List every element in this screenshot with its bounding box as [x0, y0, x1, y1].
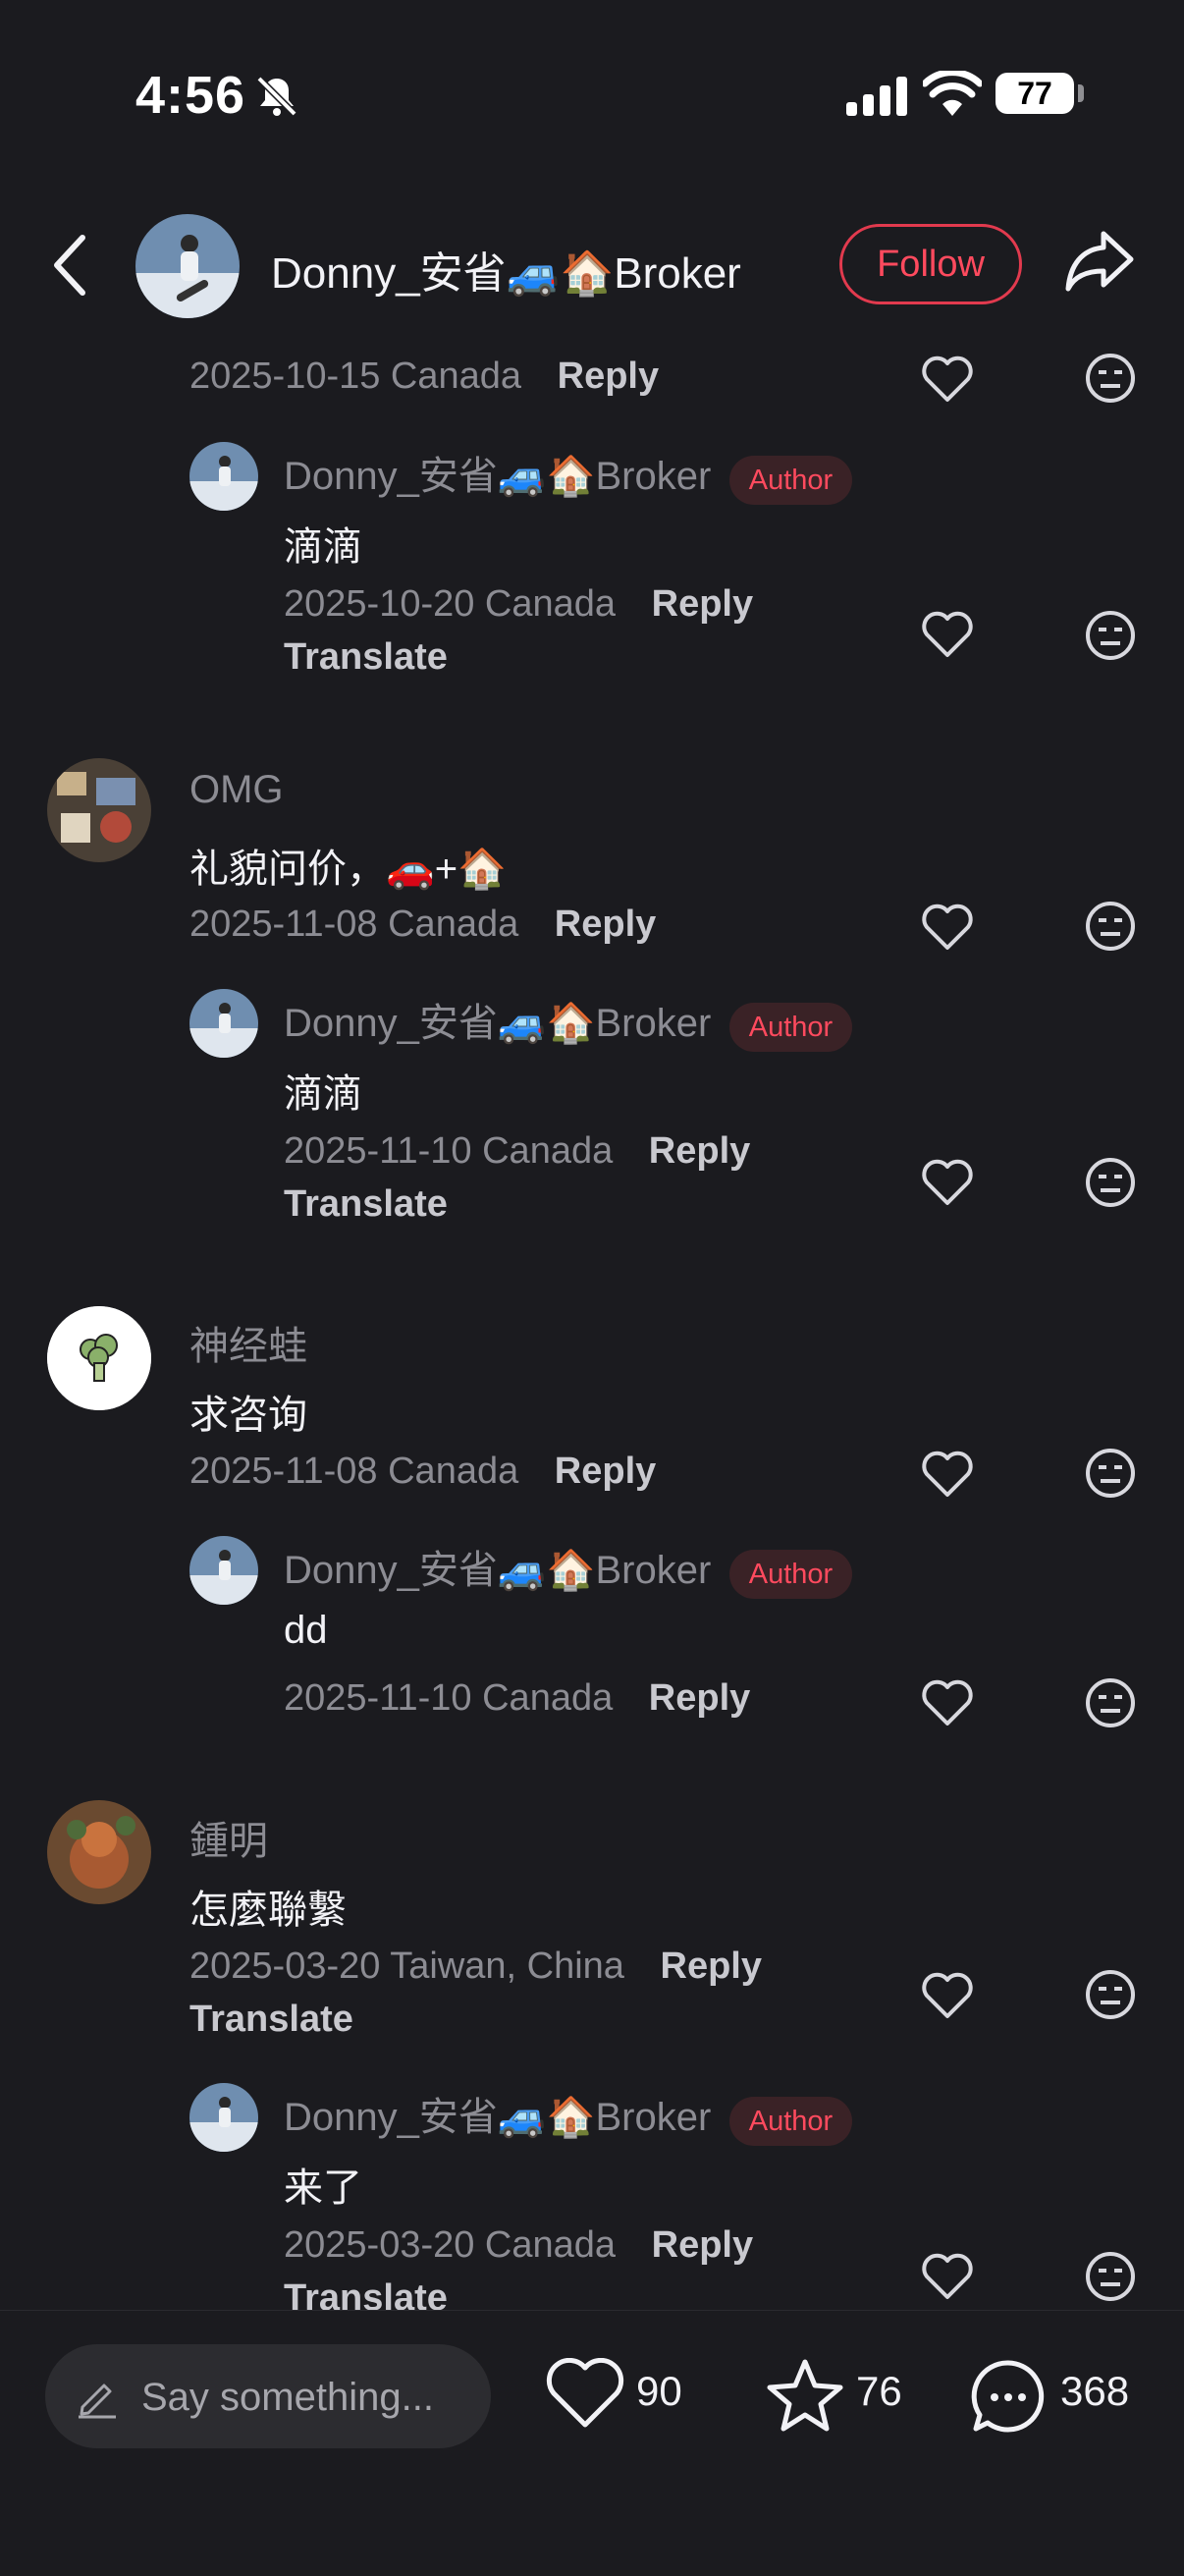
comment-input[interactable]: Say something...	[45, 2344, 491, 2448]
comments-count[interactable]: 368	[1060, 2368, 1129, 2415]
avatar[interactable]	[189, 2083, 258, 2152]
heart-icon[interactable]	[921, 2253, 974, 2300]
author-name[interactable]: Donny_安省🚙🏠Broker	[271, 238, 741, 301]
heart-icon[interactable]	[921, 1159, 974, 1206]
username[interactable]: Donny_安省🚙🏠Broker	[284, 2096, 711, 2139]
pencil-icon	[79, 2384, 116, 2419]
avatar[interactable]	[189, 989, 258, 1058]
comment-meta: 2025-11-10 Canada Reply	[284, 1677, 751, 1719]
reply-button[interactable]: Reply	[661, 1946, 762, 1987]
neutral-face-icon[interactable]	[1084, 1447, 1137, 1500]
comment-text: 来了	[284, 2166, 362, 2210]
username[interactable]: OMG	[189, 768, 284, 812]
avatar[interactable]	[47, 758, 151, 862]
chat-bubble-icon[interactable]	[970, 2358, 1047, 2435]
heart-icon[interactable]	[921, 1451, 974, 1498]
username[interactable]: Donny_安省🚙🏠Broker	[284, 455, 711, 498]
comment-meta: 2025-10-15 Canada Reply	[189, 356, 660, 397]
author-badge: Author	[728, 1003, 853, 1052]
reply-button[interactable]: Reply	[555, 904, 656, 945]
share-icon[interactable]	[1064, 230, 1135, 293]
heart-icon[interactable]	[921, 1679, 974, 1726]
wifi-icon	[923, 71, 982, 116]
heart-icon[interactable]	[921, 904, 974, 951]
comment-text: 滴滴	[284, 1072, 362, 1116]
translate-button[interactable]: Translate	[284, 1183, 448, 1226]
author-badge: Author	[728, 456, 853, 505]
neutral-face-icon[interactable]	[1084, 609, 1137, 662]
reply-button[interactable]: Reply	[652, 583, 753, 625]
avatar[interactable]	[189, 1536, 258, 1605]
comment-meta: 2025-10-20 Canada Reply	[284, 583, 754, 625]
heart-icon[interactable]	[921, 611, 974, 658]
avatar[interactable]	[47, 1306, 151, 1410]
reply-button[interactable]: Reply	[649, 1130, 750, 1172]
comment-meta: 2025-11-10 Canada Reply	[284, 1130, 751, 1172]
heart-icon[interactable]	[921, 1972, 974, 2019]
status-bar: 4:56 77	[0, 0, 1184, 187]
battery-indicator: 77	[996, 73, 1074, 114]
battery-cap	[1078, 84, 1084, 102]
neutral-face-icon[interactable]	[1084, 1676, 1137, 1729]
author-badge: Author	[728, 1550, 853, 1599]
avatar[interactable]	[47, 1800, 151, 1904]
broccoli-icon	[47, 1306, 151, 1410]
comment-meta: 2025-03-20 Canada Reply	[284, 2224, 754, 2266]
signal-icon	[846, 77, 907, 116]
reply-button[interactable]: Reply	[652, 2224, 753, 2266]
reply-author-row: Donny_安省🚙🏠Broker Author	[284, 991, 853, 1052]
bottom-action-bar: Say something... 90 76 368	[0, 2310, 1184, 2576]
favorites-count[interactable]: 76	[856, 2368, 902, 2415]
comment-text: 滴滴	[284, 525, 362, 569]
username[interactable]: Donny_安省🚙🏠Broker	[284, 1002, 711, 1045]
neutral-face-icon[interactable]	[1084, 1968, 1137, 2021]
neutral-face-icon[interactable]	[1084, 352, 1137, 405]
comment-meta: 2025-11-08 Canada Reply	[189, 904, 657, 945]
star-icon[interactable]	[766, 2358, 844, 2433]
reply-author-row: Donny_安省🚙🏠Broker Author	[284, 2085, 853, 2146]
back-icon[interactable]	[51, 234, 90, 297]
author-avatar[interactable]	[135, 214, 240, 318]
neutral-face-icon[interactable]	[1084, 1156, 1137, 1209]
reply-button[interactable]: Reply	[649, 1677, 750, 1719]
comment-input-placeholder: Say something...	[141, 2376, 434, 2419]
username[interactable]: Donny_安省🚙🏠Broker	[284, 1549, 711, 1592]
comment-text: 礼貌问价，🚗+🏠	[189, 848, 507, 891]
comment-text: 怎麼聯繫	[189, 1889, 347, 1932]
translate-button[interactable]: Translate	[284, 636, 448, 679]
reply-author-row: Donny_安省🚙🏠Broker Author	[284, 1538, 853, 1599]
heart-icon[interactable]	[546, 2358, 624, 2429]
likes-count[interactable]: 90	[636, 2368, 682, 2415]
reply-button[interactable]: Reply	[558, 356, 659, 397]
avatar[interactable]	[189, 442, 258, 511]
bell-slash-icon	[256, 76, 297, 117]
profile-header: Donny_安省🚙🏠Broker Follow	[0, 187, 1184, 344]
comment-meta: 2025-11-08 Canada Reply	[189, 1451, 657, 1492]
neutral-face-icon[interactable]	[1084, 900, 1137, 953]
author-badge: Author	[728, 2097, 853, 2146]
follow-button[interactable]: Follow	[839, 224, 1022, 304]
heart-icon[interactable]	[921, 356, 974, 403]
reply-button[interactable]: Reply	[555, 1451, 656, 1492]
username[interactable]: 鍾明	[189, 1809, 268, 1866]
status-time: 4:56	[135, 66, 246, 125]
comment-text: dd	[284, 1609, 328, 1652]
neutral-face-icon[interactable]	[1084, 2250, 1137, 2303]
reply-author-row: Donny_安省🚙🏠Broker Author	[284, 444, 853, 505]
translate-button[interactable]: Translate	[189, 1999, 353, 2041]
username[interactable]: 神经蛙	[189, 1314, 307, 1371]
comment-meta: 2025-03-20 Taiwan, China Reply	[189, 1946, 762, 1987]
comment-text: 求咨询	[189, 1394, 307, 1437]
